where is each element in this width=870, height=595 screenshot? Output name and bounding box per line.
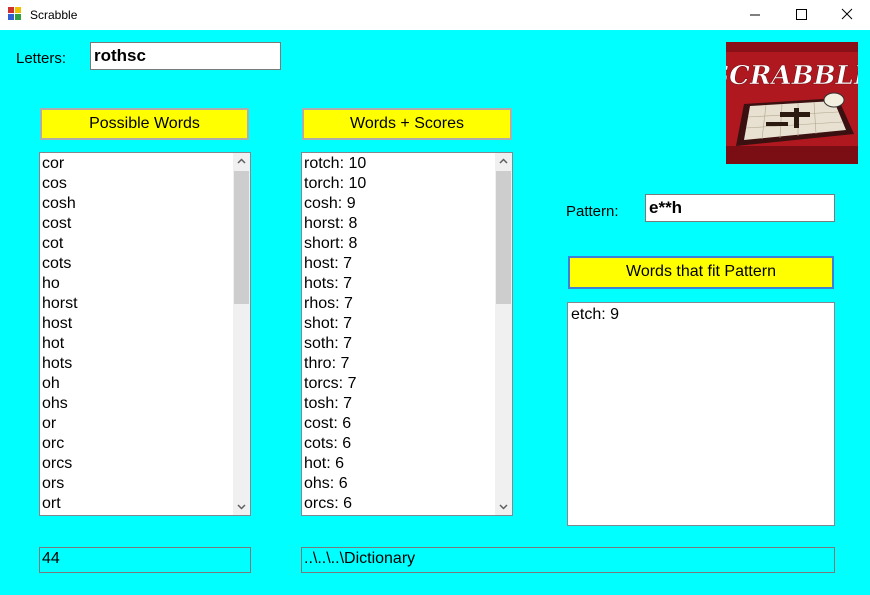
title-bar: Scrabble [0, 0, 870, 30]
pattern-words-items: etch: 9 [571, 305, 619, 325]
list-item[interactable]: host: 7 [304, 254, 366, 274]
list-item[interactable]: torcs: 7 [304, 374, 366, 394]
chevron-down-icon [237, 504, 246, 510]
list-item[interactable]: hots [42, 354, 78, 374]
words-scores-list[interactable]: rotch: 10 torch: 10 cosh: 9 horst: 8 short: … [301, 152, 513, 516]
maximize-icon [796, 9, 807, 20]
possible-words-items: cor cos cosh cost cot cots ho horst host hot hots o… [42, 154, 78, 514]
list-item[interactable]: ohs: 6 [304, 474, 366, 494]
main-form: Letters: rothsc Possible Words Words + S… [0, 30, 870, 595]
list-item[interactable]: ohs [42, 394, 78, 414]
list-item[interactable]: orcs: 6 [304, 494, 366, 514]
dictionary-path-field: ..\..\..\Dictionary [301, 547, 835, 573]
pattern-input[interactable]: e**h [645, 194, 835, 222]
minimize-button[interactable] [732, 0, 778, 30]
list-item[interactable]: cosh: 9 [304, 194, 366, 214]
close-button[interactable] [824, 0, 870, 30]
list-item[interactable]: ho [42, 274, 78, 294]
list-item[interactable]: cor [42, 154, 78, 174]
list-item[interactable]: orc [42, 434, 78, 454]
list-item[interactable]: short: 8 [304, 234, 366, 254]
possible-words-scrollbar[interactable] [233, 153, 250, 515]
list-item[interactable]: soth: 7 [304, 334, 366, 354]
words-scores-button[interactable]: Words + Scores [302, 108, 512, 140]
list-item[interactable]: horst [42, 294, 78, 314]
list-item[interactable]: host [42, 314, 78, 334]
close-icon [841, 8, 853, 20]
scrabble-logo-image: SCRABBLE [726, 42, 858, 164]
words-scores-scrollbar[interactable] [495, 153, 512, 515]
list-item[interactable]: cot [42, 234, 78, 254]
list-item[interactable]: cos [42, 174, 78, 194]
list-item[interactable]: hots: 7 [304, 274, 366, 294]
letters-label: Letters: [16, 50, 67, 67]
list-item[interactable]: shot: 7 [304, 314, 366, 334]
scroll-thumb[interactable] [496, 171, 511, 304]
window-title: Scrabble [30, 8, 78, 22]
list-item[interactable]: cots [42, 254, 78, 274]
list-item[interactable]: hot [42, 334, 78, 354]
list-item[interactable]: horst: 8 [304, 214, 366, 234]
list-item[interactable]: ors [42, 474, 78, 494]
chevron-up-icon [499, 158, 508, 164]
scroll-down-button[interactable] [495, 498, 512, 515]
chevron-down-icon [499, 504, 508, 510]
minimize-icon [750, 14, 760, 16]
list-item[interactable]: cosh [42, 194, 78, 214]
words-scores-items: rotch: 10 torch: 10 cosh: 9 horst: 8 short: … [304, 154, 366, 514]
pattern-words-list[interactable]: etch: 9 [567, 302, 835, 526]
pattern-label: Pattern: [566, 203, 619, 220]
app-icon [8, 7, 22, 21]
list-item[interactable]: oh [42, 374, 78, 394]
maximize-button[interactable] [778, 0, 824, 30]
scrabble-logo-text: SCRABBLE [726, 61, 858, 91]
list-item[interactable]: rotch: 10 [304, 154, 366, 174]
list-item[interactable]: or [42, 414, 78, 434]
list-item[interactable]: etch: 9 [571, 305, 619, 325]
possible-words-list[interactable]: cor cos cosh cost cot cots ho horst host hot hots o… [39, 152, 251, 516]
scroll-up-button[interactable] [233, 153, 250, 170]
list-item[interactable]: hot: 6 [304, 454, 366, 474]
list-item[interactable]: tosh: 7 [304, 394, 366, 414]
list-item[interactable]: orcs [42, 454, 78, 474]
letters-input[interactable]: rothsc [90, 42, 281, 70]
list-item[interactable]: ort [42, 494, 78, 514]
word-count-field: 44 [39, 547, 251, 573]
list-item[interactable]: thro: 7 [304, 354, 366, 374]
possible-words-button[interactable]: Possible Words [40, 108, 249, 140]
scroll-up-button[interactable] [495, 153, 512, 170]
list-item[interactable]: cost [42, 214, 78, 234]
pattern-words-button[interactable]: Words that fit Pattern [568, 256, 834, 289]
list-item[interactable]: cots: 6 [304, 434, 366, 454]
scroll-thumb[interactable] [234, 171, 249, 304]
list-item[interactable]: cost: 6 [304, 414, 366, 434]
scroll-down-button[interactable] [233, 498, 250, 515]
list-item[interactable]: rhos: 7 [304, 294, 366, 314]
chevron-up-icon [237, 158, 246, 164]
list-item[interactable]: torch: 10 [304, 174, 366, 194]
